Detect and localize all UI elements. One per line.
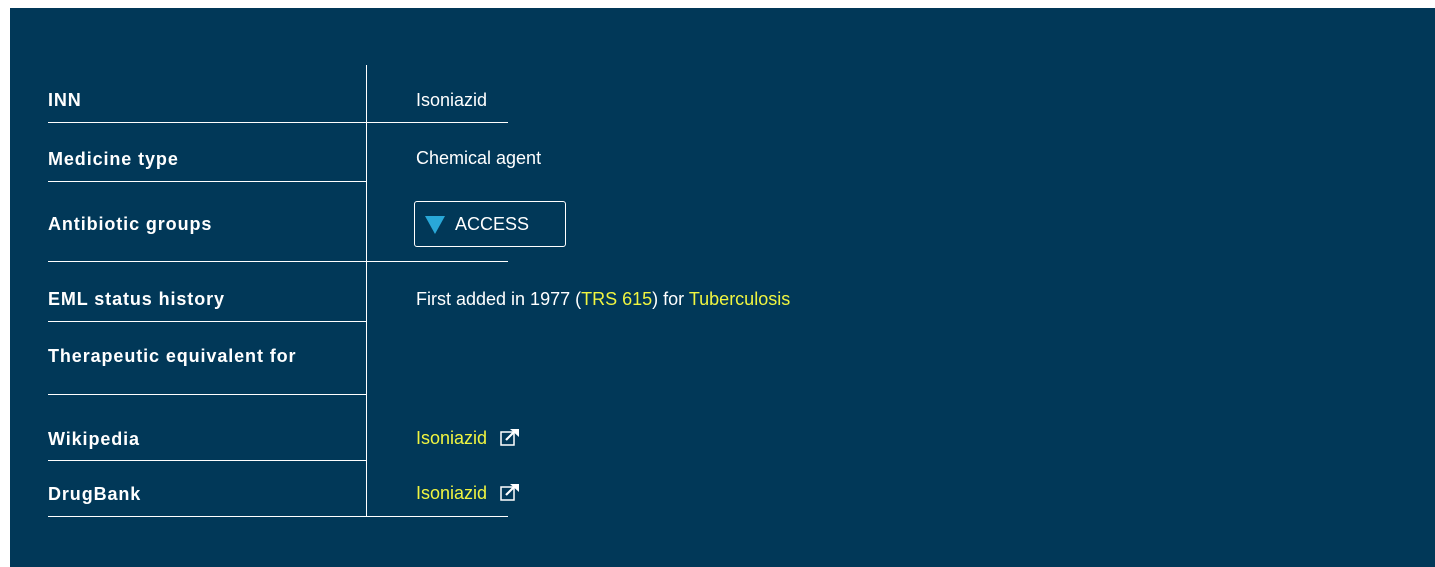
value-drugbank: Isoniazid [416, 482, 520, 506]
wikipedia-link[interactable]: Isoniazid [416, 428, 487, 448]
triangle-down-icon [425, 216, 445, 234]
access-badge-label: ACCESS [455, 213, 530, 234]
eml-status-prefix: First added in 1977 ( [416, 289, 582, 309]
label-drugbank: DrugBank [48, 484, 142, 504]
value-eml-status-history: First added in 1977 (TRS 615) for Tuberc… [416, 288, 790, 310]
drugbank-link[interactable]: Isoniazid [416, 483, 487, 503]
row-divider [48, 181, 366, 182]
row-divider [48, 516, 508, 517]
eml-status-mid: ) for [652, 289, 689, 309]
access-group-badge[interactable]: ACCESS [414, 201, 566, 247]
row-divider [48, 261, 508, 262]
tuberculosis-link[interactable]: Tuberculosis [689, 289, 790, 309]
row-divider [48, 122, 508, 123]
label-medicine-type: Medicine type [48, 149, 179, 169]
medicine-info-panel: INN Isoniazid Medicine type Chemical age… [10, 8, 1435, 567]
label-antibiotic-groups: Antibiotic groups [48, 214, 213, 234]
value-medicine-type: Chemical agent [416, 148, 542, 168]
external-link-icon[interactable] [500, 428, 520, 451]
label-inn: INN [48, 90, 82, 110]
value-inn: Isoniazid [416, 90, 488, 110]
value-wikipedia: Isoniazid [416, 427, 520, 451]
row-divider [48, 460, 366, 461]
trs-615-link[interactable]: TRS 615 [581, 289, 652, 309]
row-divider [48, 321, 366, 322]
row-divider [48, 394, 366, 395]
label-wikipedia: Wikipedia [48, 429, 140, 449]
label-therapeutic-equivalent: Therapeutic equivalent for [48, 346, 297, 366]
label-eml-status-history: EML status history [48, 289, 225, 309]
external-link-icon[interactable] [500, 483, 520, 506]
column-divider [366, 65, 367, 517]
